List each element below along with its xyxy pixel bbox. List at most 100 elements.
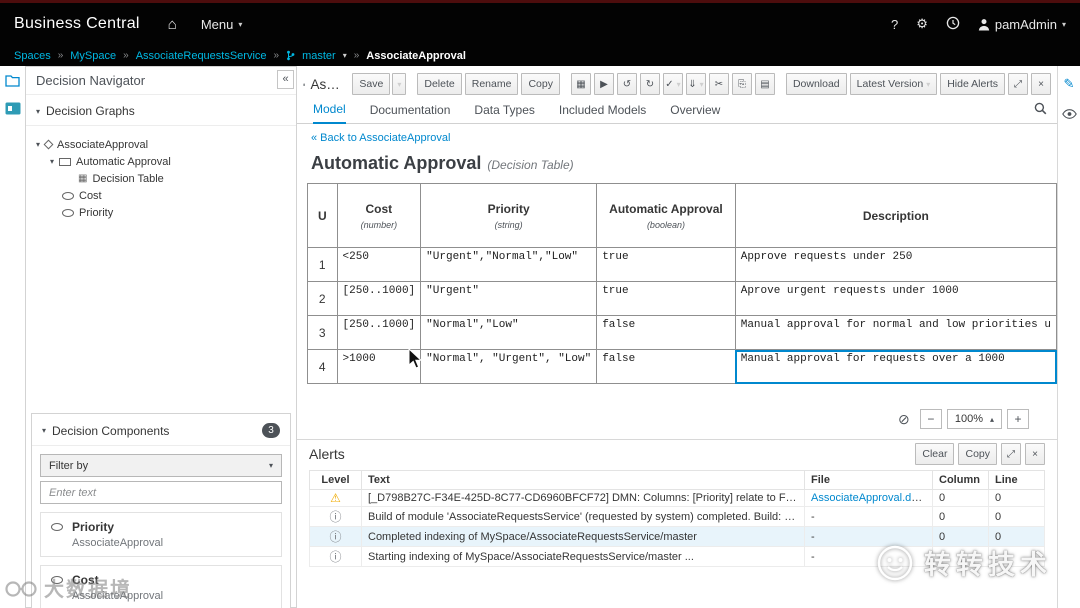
- close-editor-button[interactable]: ×: [1031, 73, 1051, 95]
- maximize-alerts-button[interactable]: ⤢: [1001, 443, 1021, 465]
- breadcrumb-myspace[interactable]: MySpace: [70, 50, 116, 62]
- alert-row[interactable]: ⓘ Build of module 'AssociateRequestsServ…: [309, 506, 1045, 527]
- tab-model[interactable]: Model: [313, 102, 346, 124]
- chevron-down-icon: ▾: [342, 51, 347, 60]
- collapse-panel-button[interactable]: «: [277, 70, 294, 89]
- paste-button[interactable]: ▤: [754, 73, 775, 95]
- priority-cell[interactable]: "Normal", "Urgent", "Low": [420, 349, 598, 384]
- decision-graphs-header[interactable]: ▾ Decision Graphs: [26, 95, 296, 126]
- copy-alerts-button[interactable]: Copy: [958, 443, 997, 465]
- zoom-in-button[interactable]: +: [1007, 409, 1029, 429]
- object-group-button[interactable]: ▦: [570, 73, 591, 95]
- column-header-description[interactable]: Description: [734, 183, 1057, 248]
- description-cell-selected[interactable]: Manual approval for requests over a 1000: [734, 349, 1057, 384]
- approval-cell[interactable]: false: [596, 315, 736, 350]
- search-icon[interactable]: [1034, 102, 1047, 118]
- cost-cell[interactable]: <250: [336, 247, 422, 282]
- delete-button[interactable]: Delete: [417, 73, 462, 95]
- tree-node-root[interactable]: ▾ AssociateApproval: [26, 136, 296, 153]
- preview-panel-button[interactable]: [1061, 106, 1077, 124]
- latest-version-dropdown[interactable]: Latest Version ▾: [849, 73, 938, 95]
- chevron-down-icon: ▾: [699, 79, 704, 89]
- description-cell[interactable]: Manual approval for normal and low prior…: [734, 315, 1057, 350]
- row-number-cell[interactable]: 1: [307, 247, 338, 282]
- components-filter-select[interactable]: Filter by ▾: [40, 454, 282, 477]
- approval-cell[interactable]: true: [596, 247, 736, 282]
- tree-node-decision-table[interactable]: ▦ Decision Table: [26, 170, 296, 187]
- properties-panel-button[interactable]: ✎: [1064, 76, 1075, 92]
- alert-file-link[interactable]: AssociateApproval.dmn: [811, 492, 927, 504]
- export-button[interactable]: ⇓ ▾: [685, 73, 706, 95]
- clear-alerts-button[interactable]: Clear: [915, 443, 955, 465]
- close-alerts-button[interactable]: ×: [1025, 443, 1045, 465]
- maximize-editor-button[interactable]: ⤢: [1008, 73, 1028, 95]
- components-search-input[interactable]: [40, 481, 282, 504]
- hit-policy-cell[interactable]: U: [307, 183, 338, 248]
- download-button[interactable]: Download: [785, 73, 847, 95]
- description-cell[interactable]: Aprove urgent requests under 1000: [734, 281, 1057, 316]
- apps-button[interactable]: [946, 16, 960, 33]
- cut-button[interactable]: ✂: [708, 73, 729, 95]
- component-item-cost[interactable]: Cost AssociateApproval: [40, 565, 282, 608]
- explore-panel-button[interactable]: [5, 74, 20, 92]
- cut-icon: ✂: [714, 78, 724, 90]
- validate-button[interactable]: ✓ ▾: [662, 73, 683, 95]
- duplicate-button[interactable]: ⎘: [731, 73, 752, 95]
- cost-cell[interactable]: >1000: [336, 349, 422, 384]
- cost-cell[interactable]: [250..1000]: [336, 281, 422, 316]
- alert-column: 0: [932, 489, 989, 507]
- home-button[interactable]: ⌂: [168, 16, 177, 33]
- tab-documentation[interactable]: Documentation: [370, 103, 451, 123]
- copy-button[interactable]: Copy: [521, 73, 560, 95]
- col-level: Level: [309, 470, 362, 490]
- alert-row[interactable]: ⓘ Starting indexing of MySpace/Associate…: [309, 546, 1045, 567]
- input-data-icon: [51, 523, 63, 531]
- alert-row-highlighted[interactable]: ⓘ Completed indexing of MySpace/Associat…: [309, 526, 1045, 547]
- tab-overview[interactable]: Overview: [670, 103, 720, 123]
- priority-cell[interactable]: "Urgent": [420, 281, 598, 316]
- priority-cell[interactable]: "Urgent","Normal","Low": [420, 247, 598, 282]
- zoom-level-select[interactable]: 100% ▴: [946, 409, 1002, 429]
- column-header-automatic-approval[interactable]: Automatic Approval (boolean): [596, 183, 736, 248]
- column-header-cost[interactable]: Cost (number): [336, 183, 422, 248]
- decision-components-header[interactable]: ▾ Decision Components 3: [32, 414, 290, 446]
- navigator-panel-button[interactable]: [5, 102, 21, 120]
- reset-zoom-button[interactable]: ⊘: [893, 409, 915, 429]
- rename-button[interactable]: Rename: [464, 73, 519, 95]
- help-button[interactable]: ?: [891, 17, 898, 32]
- row-number-cell[interactable]: 4: [307, 349, 338, 384]
- approval-cell[interactable]: true: [596, 281, 736, 316]
- settings-button[interactable]: ⚙: [916, 16, 928, 32]
- tree-node-priority[interactable]: Priority: [26, 204, 296, 221]
- alert-file: -: [804, 546, 933, 567]
- row-number-cell[interactable]: 3: [307, 315, 338, 350]
- approval-cell[interactable]: false: [596, 349, 736, 384]
- undo-button[interactable]: ↺: [616, 73, 637, 95]
- priority-cell[interactable]: "Normal","Low": [420, 315, 598, 350]
- tree-node-decision[interactable]: ▾ Automatic Approval: [26, 153, 296, 170]
- column-header-priority[interactable]: Priority (string): [420, 183, 598, 248]
- tree-node-cost[interactable]: Cost: [26, 187, 296, 204]
- alert-row[interactable]: ⚠ [_D798B27C-F34E-425D-8C77-CD6960BFCF72…: [309, 489, 1045, 507]
- menu-dropdown[interactable]: Menu ▾: [201, 17, 243, 32]
- save-dropdown-button[interactable]: ▾: [392, 73, 407, 95]
- breadcrumb-branch-selector[interactable]: master: [302, 50, 336, 62]
- row-number-cell[interactable]: 2: [307, 281, 338, 316]
- component-item-priority[interactable]: Priority AssociateApproval: [40, 512, 282, 557]
- dmn-canvas: « Back to AssociateApproval Automatic Ap…: [297, 124, 1057, 440]
- breadcrumb-spaces[interactable]: Spaces: [14, 50, 51, 62]
- redo-button[interactable]: ↻: [639, 73, 660, 95]
- run-button[interactable]: ▶: [593, 73, 614, 95]
- user-menu[interactable]: pamAdmin ▾: [978, 17, 1066, 32]
- save-button[interactable]: Save: [352, 73, 391, 95]
- folder-icon: [5, 75, 20, 87]
- user-name: pamAdmin: [994, 16, 1057, 32]
- description-cell[interactable]: Approve requests under 250: [734, 247, 1057, 282]
- hide-alerts-button[interactable]: Hide Alerts: [940, 73, 1005, 95]
- cost-cell[interactable]: [250..1000]: [336, 315, 422, 350]
- back-to-diagram-link[interactable]: « Back to AssociateApproval: [311, 132, 450, 144]
- tab-data-types[interactable]: Data Types: [474, 103, 534, 123]
- zoom-out-button[interactable]: −: [919, 409, 942, 429]
- breadcrumb-project[interactable]: AssociateRequestsService: [136, 50, 267, 62]
- tab-included-models[interactable]: Included Models: [559, 103, 646, 123]
